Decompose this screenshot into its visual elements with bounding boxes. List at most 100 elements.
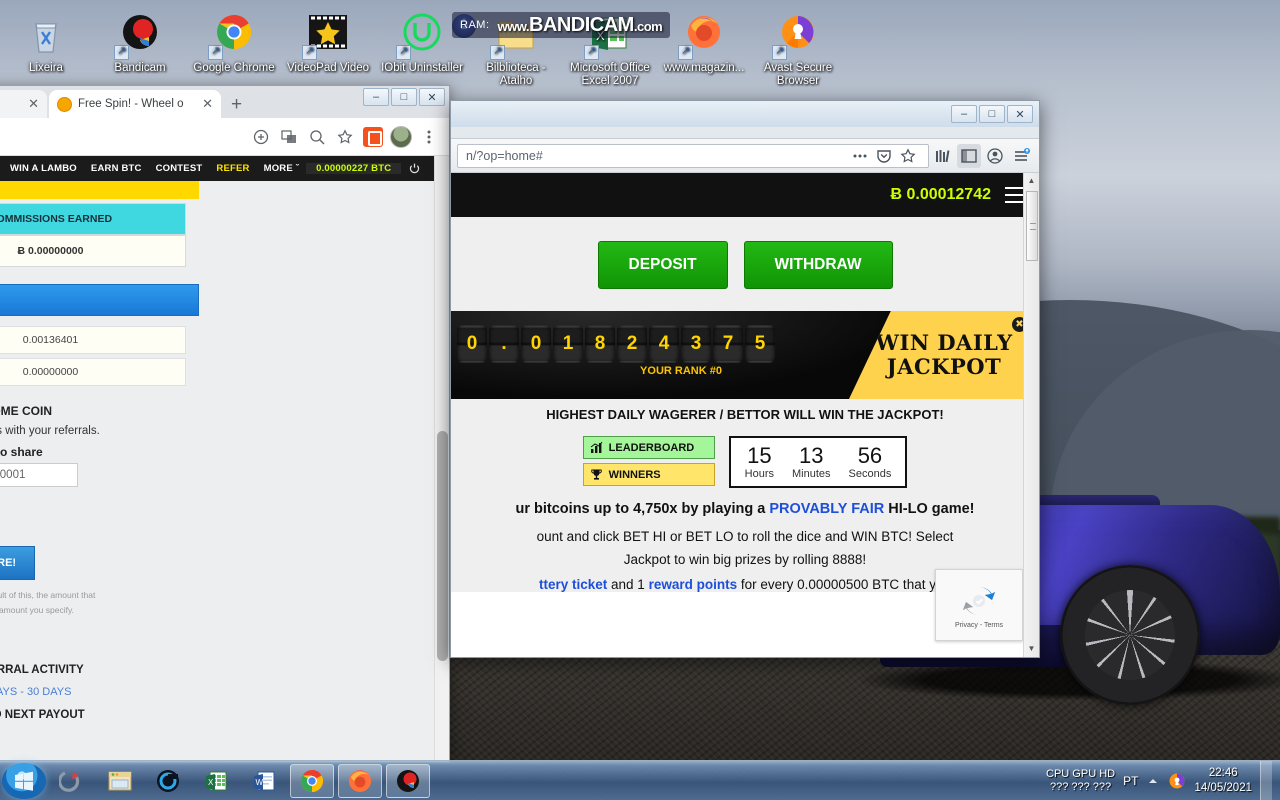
- desktop-icon-bandicam[interactable]: Bandicam: [94, 6, 186, 75]
- taskbar-item-bandicam[interactable]: [386, 763, 430, 798]
- desktop-icon-magazine[interactable]: www.magazin...: [658, 6, 750, 75]
- firefox-window-controls[interactable]: – □ ✕: [951, 105, 1033, 123]
- windows-taskbar[interactable]: X W CPU GPU HD ??? ??? ??? PT 22:46 14/0…: [0, 760, 1280, 800]
- chevron-up-icon[interactable]: [1146, 774, 1160, 788]
- close-button[interactable]: ✕: [419, 88, 445, 106]
- minimize-button[interactable]: –: [951, 105, 977, 123]
- bookmark-star-icon[interactable]: [331, 123, 359, 151]
- jackpot-banner[interactable]: 0 . 0 1 8 2 4 3 7 5 YOUR RANK #0 WIN DAI…: [451, 311, 1039, 399]
- desktop-icon-lixeira[interactable]: Lixeira: [0, 6, 92, 75]
- share-option-since-payout[interactable]: e amount based on referral activity sinc…: [0, 527, 215, 538]
- address-bar[interactable]: p=home#: [0, 124, 247, 150]
- system-tray[interactable]: CPU GPU HD ??? ??? ??? PT 22:46 14/05/20…: [1046, 760, 1280, 800]
- zoom-out-icon[interactable]: [303, 123, 331, 151]
- taskbar-item-excel[interactable]: X: [194, 764, 238, 798]
- chrome-tab-2[interactable]: Free Spin! - Wheel o ✕: [49, 90, 221, 118]
- taskbar-item-chrome[interactable]: [290, 763, 334, 798]
- extension-icon[interactable]: [359, 123, 387, 151]
- recaptcha-badge[interactable]: Privacy - Terms: [935, 569, 1023, 641]
- minimize-button[interactable]: –: [363, 88, 389, 106]
- share-button[interactable]: SHARE!: [0, 546, 35, 580]
- tray-language-indicator[interactable]: PT: [1123, 774, 1138, 788]
- site-header[interactable]: Ƀ 0.00012742: [451, 173, 1039, 217]
- firefox-nav-bar[interactable]: n/?op=home#: [451, 139, 1039, 173]
- maximize-button[interactable]: □: [979, 105, 1005, 123]
- share-option-total-activity[interactable]: Share amount based on total referral act…: [0, 511, 215, 522]
- pocket-icon[interactable]: [872, 144, 896, 168]
- taskbar-item-explorer[interactable]: [98, 764, 142, 798]
- firefox-title-bar[interactable]: – □ ✕: [451, 101, 1039, 127]
- chrome-window-controls[interactable]: – □ ✕: [363, 88, 445, 106]
- firefox-page-scrollbar[interactable]: ▲ ▼: [1023, 173, 1039, 657]
- tray-resource-stats: CPU GPU HD ??? ??? ???: [1046, 767, 1116, 793]
- site-body[interactable]: DEPOSIT WITHDRAW 0 . 0 1 8 2 4 3 7 5 YOU…: [451, 217, 1039, 592]
- countdown-hours: 15 Hours: [744, 443, 774, 481]
- leaderboard-buttons[interactable]: LEADERBOARD WINNERS: [582, 436, 715, 486]
- desktop-icon-label: Bilblioteca - Atalho: [486, 62, 546, 87]
- close-icon[interactable]: ✕: [28, 96, 39, 112]
- leaderboard-countdown-row[interactable]: LEADERBOARD WINNERS 15 Hours 13 Minutes …: [451, 436, 1039, 488]
- translate-icon[interactable]: [275, 123, 303, 151]
- bookmark-star-icon[interactable]: [896, 144, 920, 168]
- scroll-down-arrow[interactable]: ▼: [1024, 641, 1039, 657]
- sidebar-icon[interactable]: [957, 143, 981, 168]
- new-tab-button[interactable]: +: [223, 94, 250, 118]
- desktop-icon-google-chrome[interactable]: Google Chrome: [188, 6, 280, 75]
- firefox-browser-window[interactable]: – □ ✕ n/?op=home# Ƀ 0.00012742 DEPOSIT W…: [450, 100, 1040, 658]
- chrome-browser-window[interactable]: gh Roller, It's ✕ Free Spin! - Wheel o ✕…: [0, 85, 450, 763]
- avast-tray-icon[interactable]: [1168, 772, 1186, 790]
- site-top-nav[interactable]: BETTING PREMIUMNEW WIN A LAMBO EARN BTC …: [0, 156, 449, 181]
- profile-avatar-icon[interactable]: [387, 123, 415, 151]
- share-option-equal[interactable]: Share amount equally among all referrals: [0, 495, 215, 506]
- desktop-icon-videopad[interactable]: VideoPad Video: [282, 6, 374, 75]
- firefox-tab-strip[interactable]: [451, 127, 1039, 139]
- show-desktop-button[interactable]: [1260, 760, 1272, 800]
- chrome-tab-1[interactable]: gh Roller, It's ✕: [0, 90, 47, 118]
- nav-item-win-a-lambo[interactable]: WIN A LAMBO: [3, 163, 84, 174]
- jackpot-digit: 2: [617, 325, 647, 363]
- tray-clock[interactable]: 22:46 14/05/2021: [1194, 766, 1252, 796]
- recaptcha-label: Privacy - Terms: [954, 621, 1004, 629]
- lottery-ticket-link[interactable]: ttery ticket: [539, 577, 607, 592]
- chrome-tab-strip[interactable]: gh Roller, It's ✕ Free Spin! - Wheel o ✕…: [0, 86, 449, 118]
- nav-item-refer[interactable]: REFER: [209, 163, 256, 174]
- chrome-page-content[interactable]: BETTING PREMIUMNEW WIN A LAMBO EARN BTC …: [0, 156, 449, 762]
- account-icon[interactable]: [983, 144, 1007, 168]
- withdraw-button[interactable]: WITHDRAW: [743, 241, 893, 289]
- scrollbar-thumb[interactable]: [1026, 191, 1038, 261]
- address-bar[interactable]: n/?op=home#: [457, 143, 929, 168]
- deposit-button[interactable]: DEPOSIT: [597, 241, 728, 289]
- leaderboard-button[interactable]: LEADERBOARD: [582, 436, 715, 459]
- windows-start-icon[interactable]: [2, 762, 46, 799]
- maximize-button[interactable]: □: [391, 88, 417, 106]
- days-links[interactable]: 10 DAYS - 20 DAYS - 30 DAYS: [0, 686, 215, 698]
- svg-text:X: X: [208, 778, 214, 787]
- close-button[interactable]: ✕: [1007, 105, 1033, 123]
- close-icon[interactable]: ✕: [202, 96, 213, 112]
- chrome-menu-icon[interactable]: [415, 123, 443, 151]
- taskbar-item-firefox[interactable]: [338, 763, 382, 798]
- page-actions-icon[interactable]: [848, 144, 872, 168]
- taskbar-item-ccleaner[interactable]: [146, 764, 190, 798]
- reward-points-link[interactable]: reward points: [649, 577, 738, 592]
- chrome-toolbar[interactable]: p=home#: [0, 118, 449, 156]
- firefox-page-content[interactable]: Ƀ 0.00012742 DEPOSIT WITHDRAW 0 . 0 1 8 …: [451, 173, 1039, 657]
- taskbar-item-iobit[interactable]: [50, 764, 94, 798]
- provably-fair-link[interactable]: PROVABLY FAIR: [769, 501, 884, 517]
- nav-item-more[interactable]: MORE ˇ: [257, 163, 307, 174]
- winners-button[interactable]: WINNERS: [582, 463, 715, 486]
- app-menu-icon[interactable]: [1009, 144, 1033, 168]
- nav-item-earn-btc[interactable]: EARN BTC: [84, 163, 149, 174]
- jackpot-digit: 5: [745, 325, 775, 363]
- chrome-page-scrollbar[interactable]: [434, 156, 449, 762]
- library-icon[interactable]: [931, 144, 955, 168]
- scroll-up-arrow[interactable]: ▲: [1024, 173, 1039, 189]
- taskbar-item-word[interactable]: W: [242, 764, 286, 798]
- deposit-withdraw-row[interactable]: DEPOSIT WITHDRAW: [451, 241, 1039, 289]
- power-icon[interactable]: [401, 162, 428, 175]
- desktop-icon-avast-secure-browser[interactable]: Avast Secure Browser: [752, 6, 844, 88]
- share-amount-input[interactable]: [0, 463, 78, 487]
- nav-item-contest[interactable]: CONTEST: [149, 163, 210, 174]
- scrollbar-thumb[interactable]: [437, 431, 448, 661]
- add-person-icon[interactable]: [247, 123, 275, 151]
